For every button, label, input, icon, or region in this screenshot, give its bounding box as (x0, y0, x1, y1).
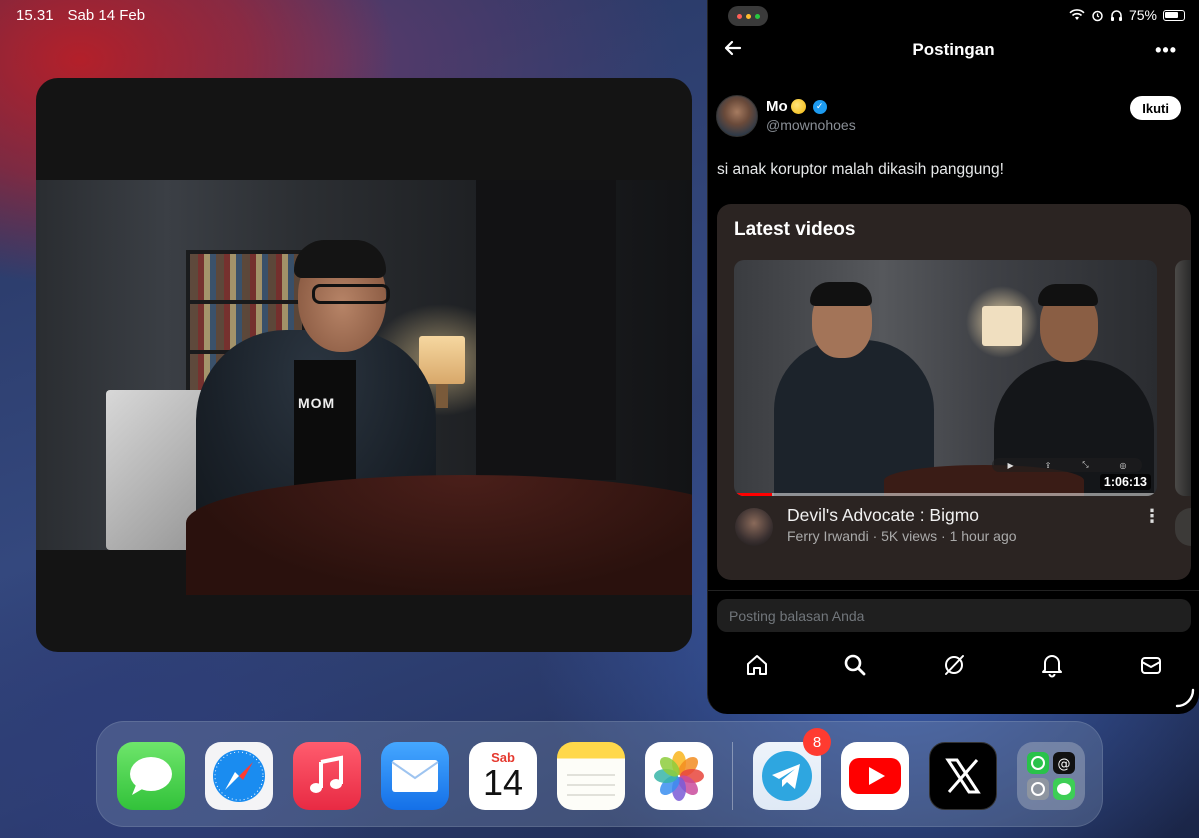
video-menu-icon[interactable]: ⋮ (1143, 507, 1161, 525)
messages-app-icon[interactable] (117, 742, 185, 810)
card-title: Latest videos (734, 219, 856, 240)
video-progress-track (734, 493, 1157, 496)
x-app-window: 75% Postingan ••• Mo ✓ @mownohoes Ikuti … (707, 0, 1199, 714)
target-icon: ◎ (1119, 460, 1127, 470)
wifi-icon (1069, 9, 1085, 20)
author-handle[interactable]: @mownohoes (766, 117, 856, 133)
next-video-thumbnail[interactable] (1175, 260, 1191, 496)
dot-yellow-icon (745, 13, 751, 19)
status-date: Sab 14 Feb (67, 7, 146, 24)
thumb-lamp (982, 306, 1022, 346)
home-icon[interactable] (744, 652, 770, 678)
channel-avatar[interactable] (735, 508, 773, 546)
author-avatar[interactable] (716, 95, 758, 137)
battery-percentage: 75% (1128, 7, 1157, 23)
dock: Sab 14 8 @ (96, 721, 1103, 827)
telegram-app-icon[interactable]: 8 (753, 728, 831, 810)
status-bar-left: 15.31 Sab 14 Feb (16, 7, 145, 24)
resize-handle-icon[interactable] (1173, 686, 1195, 708)
x-app-icon[interactable] (929, 742, 997, 810)
video-thumbnail[interactable]: ▶ ⇪ ⤡ ◎ 1:06:13 (734, 260, 1157, 496)
video-meta: Ferry Irwandi · 5K views · 1 hour ago (787, 528, 1017, 544)
mail-app-icon[interactable] (381, 742, 449, 810)
post-text: si anak koruptor malah dikasih panggung! (717, 161, 1004, 178)
collapse-icon: ⤡ (1082, 460, 1089, 469)
search-icon[interactable] (842, 652, 868, 678)
youtube-card[interactable]: Latest videos ▶ ⇪ ⤡ ◎ 1:06:13 Devil's Ad (717, 204, 1191, 580)
play-icon: ▶ (1007, 460, 1014, 470)
battery-icon (1163, 9, 1185, 21)
thumb-hair-right (1038, 284, 1098, 306)
status-time: 15.31 (16, 7, 54, 24)
video-table (186, 475, 692, 595)
grok-icon[interactable] (941, 652, 967, 678)
safari-app-icon[interactable] (205, 742, 273, 810)
dot-red-icon (736, 13, 742, 19)
video-duration: 1:06:13 (1099, 474, 1151, 490)
video-title[interactable]: Devil's Advocate : Bigmo (787, 505, 979, 526)
calendar-date: 14 (482, 762, 524, 803)
video-lamp-base (436, 384, 448, 408)
share-icon: ⇪ (1044, 460, 1052, 470)
alarm-icon (1092, 10, 1103, 21)
telegram-badge: 8 (803, 728, 831, 756)
author-name-text: Mo (766, 98, 788, 115)
more-options-button[interactable]: ••• (1155, 40, 1177, 61)
dot-green-icon (754, 13, 760, 19)
video-lamp (419, 336, 465, 384)
multitask-handle[interactable] (728, 6, 768, 26)
youtube-app-icon[interactable] (841, 742, 909, 810)
video-person-shirt (294, 360, 356, 490)
post-header: Postingan ••• (708, 34, 1199, 64)
dock-separator (732, 742, 733, 810)
divider (708, 590, 1199, 591)
follow-button[interactable]: Ikuti (1130, 96, 1181, 120)
headphones-icon (1110, 9, 1122, 21)
photos-app-icon[interactable] (645, 742, 713, 810)
video-person-glasses (312, 284, 390, 304)
next-channel-avatar (1175, 508, 1191, 546)
app-library-icon[interactable]: @ (1017, 742, 1085, 810)
thumb-controls: ▶ ⇪ ⤡ ◎ (992, 458, 1142, 472)
video-progress-fill (734, 493, 773, 496)
svg-text:@: @ (1058, 757, 1071, 772)
verified-badge-icon: ✓ (812, 99, 827, 114)
messages-icon[interactable] (1138, 652, 1164, 678)
video-person-hair (294, 240, 386, 278)
bottom-tab-bar (708, 648, 1199, 684)
calendar-app-icon[interactable]: Sab 14 (469, 742, 537, 810)
page-title: Postingan (912, 40, 995, 59)
music-app-icon[interactable] (293, 742, 361, 810)
reply-input[interactable]: Posting balasan Anda (717, 599, 1191, 632)
video-player-window[interactable]: MOM (36, 78, 692, 652)
moon-emoji-icon (790, 99, 806, 114)
status-bar-right: 75% (1069, 7, 1185, 23)
video-shirt-text: MOM (298, 395, 336, 411)
author-name[interactable]: Mo ✓ (766, 98, 827, 115)
video-curtain (476, 180, 616, 480)
notifications-icon[interactable] (1039, 652, 1065, 678)
thumb-hair-left (810, 282, 872, 306)
video-frame[interactable]: MOM (36, 180, 692, 595)
notes-app-icon[interactable] (557, 742, 625, 810)
